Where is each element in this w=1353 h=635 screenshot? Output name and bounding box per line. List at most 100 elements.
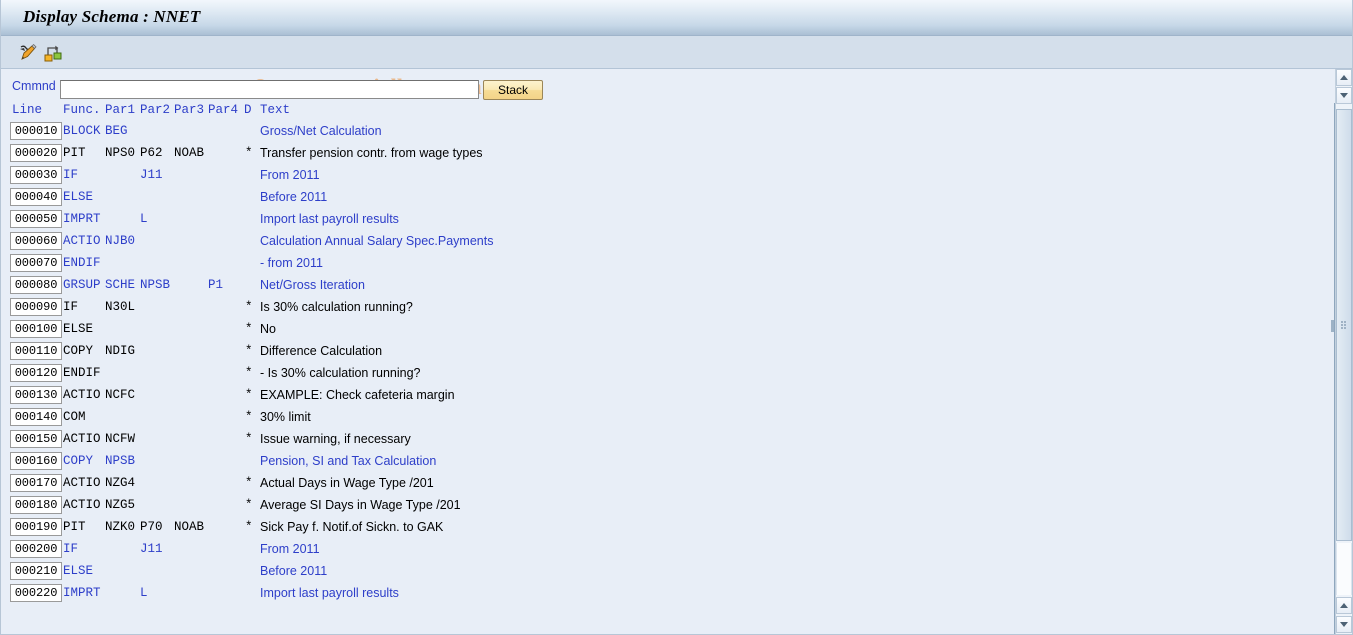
- cell-par1[interactable]: N30L: [105, 299, 135, 315]
- cell-par2[interactable]: J11: [140, 167, 163, 183]
- cell-par2[interactable]: P70: [140, 519, 163, 535]
- cell-text[interactable]: Before 2011: [260, 563, 327, 579]
- cell-text[interactable]: From 2011: [260, 167, 320, 183]
- cell-d[interactable]: *: [245, 497, 253, 513]
- cell-par1[interactable]: NZK0: [105, 519, 135, 535]
- cell-d[interactable]: *: [245, 145, 253, 161]
- cell-d[interactable]: *: [245, 321, 253, 337]
- table-row[interactable]: 000020 PIT NPS0 P62 NOAB * Transfer pension co…: [1, 144, 1321, 166]
- cell-func[interactable]: ELSE: [63, 321, 93, 337]
- line-number-field[interactable]: 000200: [10, 540, 62, 558]
- cell-par1[interactable]: BEG: [105, 123, 128, 139]
- table-row[interactable]: 000200 IF J11 From 2011: [1, 540, 1321, 562]
- cell-par1[interactable]: NCFC: [105, 387, 135, 403]
- cell-par1[interactable]: NZG4: [105, 475, 135, 491]
- cell-func[interactable]: ENDIF: [63, 365, 101, 381]
- line-number-field[interactable]: 000100: [10, 320, 62, 338]
- cell-text[interactable]: Actual Days in Wage Type /201: [260, 475, 434, 491]
- cell-func[interactable]: COPY: [63, 453, 93, 469]
- cell-func[interactable]: COM: [63, 409, 86, 425]
- cell-par1[interactable]: NZG5: [105, 497, 135, 513]
- table-row[interactable]: 000110 COPY NDIG * Difference Calculation: [1, 342, 1321, 364]
- cell-func[interactable]: IF: [63, 541, 78, 557]
- cell-func[interactable]: IMPRT: [63, 585, 101, 601]
- cell-d[interactable]: *: [245, 365, 253, 381]
- cell-d[interactable]: *: [245, 519, 253, 535]
- cell-func[interactable]: ACTIO: [63, 233, 101, 249]
- cell-text[interactable]: Import last payroll results: [260, 585, 399, 601]
- line-number-field[interactable]: 000020: [10, 144, 62, 162]
- cell-par2[interactable]: J11: [140, 541, 163, 557]
- line-number-field[interactable]: 000180: [10, 496, 62, 514]
- line-number-field[interactable]: 000110: [10, 342, 62, 360]
- cell-par1[interactable]: NCFW: [105, 431, 135, 447]
- stack-button[interactable]: Stack: [483, 80, 543, 100]
- table-row[interactable]: 000150 ACTIO NCFW * Issue warning, if necess…: [1, 430, 1321, 452]
- cell-func[interactable]: ELSE: [63, 189, 93, 205]
- line-number-field[interactable]: 000220: [10, 584, 62, 602]
- cell-func[interactable]: BLOCK: [63, 123, 101, 139]
- line-number-field[interactable]: 000170: [10, 474, 62, 492]
- scroll-page-up-button[interactable]: [1336, 597, 1352, 614]
- scroll-page-down-button[interactable]: [1336, 616, 1352, 633]
- table-row[interactable]: 000100 ELSE * No: [1, 320, 1321, 342]
- cell-text[interactable]: Difference Calculation: [260, 343, 382, 359]
- cell-par2[interactable]: P62: [140, 145, 163, 161]
- vertical-scrollbar[interactable]: [1335, 69, 1352, 634]
- line-number-field[interactable]: 000090: [10, 298, 62, 316]
- line-number-field[interactable]: 000150: [10, 430, 62, 448]
- cell-par2[interactable]: L: [140, 585, 148, 601]
- cell-d[interactable]: *: [245, 343, 253, 359]
- line-number-field[interactable]: 000190: [10, 518, 62, 536]
- table-row[interactable]: 000090 IF N30L * Is 30% calculation running?: [1, 298, 1321, 320]
- table-row[interactable]: 000190 PIT NZK0 P70 NOAB * Sick Pay f. Notif.o…: [1, 518, 1321, 540]
- table-row[interactable]: 000140 COM * 30% limit: [1, 408, 1321, 430]
- cell-text[interactable]: From 2011: [260, 541, 320, 557]
- cell-par2[interactable]: L: [140, 211, 148, 227]
- line-number-field[interactable]: 000040: [10, 188, 62, 206]
- line-number-field[interactable]: 000210: [10, 562, 62, 580]
- cell-text[interactable]: - from 2011: [260, 255, 323, 271]
- table-row[interactable]: 000050 IMPRT L Import last payroll results: [1, 210, 1321, 232]
- cell-par1[interactable]: NPSB: [105, 453, 135, 469]
- table-row[interactable]: 000010 BLOCK BEG Gross/Net Calculation: [1, 122, 1321, 144]
- cell-func[interactable]: COPY: [63, 343, 93, 359]
- table-row[interactable]: 000180 ACTIO NZG5 * Average SI Days in Wage …: [1, 496, 1321, 518]
- cell-func[interactable]: ELSE: [63, 563, 93, 579]
- line-number-field[interactable]: 000120: [10, 364, 62, 382]
- cell-text[interactable]: No: [260, 321, 276, 337]
- cell-text[interactable]: Is 30% calculation running?: [260, 299, 413, 315]
- cell-text[interactable]: Before 2011: [260, 189, 327, 205]
- cell-d[interactable]: *: [245, 299, 253, 315]
- cell-d[interactable]: *: [245, 387, 253, 403]
- cell-func[interactable]: ACTIO: [63, 431, 101, 447]
- cell-par4[interactable]: P1: [208, 277, 223, 293]
- table-row[interactable]: 000080 GRSUP SCHE NPSB P1 Net/Gross Iteration: [1, 276, 1321, 298]
- cell-text[interactable]: Transfer pension contr. from wage types: [260, 145, 483, 161]
- cell-d[interactable]: *: [245, 431, 253, 447]
- cell-func[interactable]: IF: [63, 167, 78, 183]
- table-row[interactable]: 000040 ELSE Before 2011: [1, 188, 1321, 210]
- cell-text[interactable]: 30% limit: [260, 409, 311, 425]
- cell-text[interactable]: Calculation Annual Salary Spec.Payments: [260, 233, 493, 249]
- cell-par1[interactable]: NPS0: [105, 145, 135, 161]
- cell-text[interactable]: Pension, SI and Tax Calculation: [260, 453, 436, 469]
- scroll-down-button[interactable]: [1336, 87, 1352, 104]
- cell-func[interactable]: ACTIO: [63, 387, 101, 403]
- cell-text[interactable]: Gross/Net Calculation: [260, 123, 382, 139]
- schema-structure-icon[interactable]: [42, 42, 64, 64]
- scrollbar-thumb[interactable]: [1336, 109, 1352, 541]
- cell-func[interactable]: PIT: [63, 519, 86, 535]
- table-row[interactable]: 000160 COPY NPSB Pension, SI and Tax Calcul…: [1, 452, 1321, 474]
- cell-func[interactable]: ENDIF: [63, 255, 101, 271]
- table-row[interactable]: 000070 ENDIF - from 2011: [1, 254, 1321, 276]
- cell-par1[interactable]: NJB0: [105, 233, 135, 249]
- scroll-up-button[interactable]: [1336, 69, 1352, 86]
- display-change-icon[interactable]: [17, 42, 39, 64]
- cell-text[interactable]: Net/Gross Iteration: [260, 277, 365, 293]
- table-row[interactable]: 000220 IMPRT L Import last payroll results: [1, 584, 1321, 606]
- table-row[interactable]: 000030 IF J11 From 2011: [1, 166, 1321, 188]
- command-input[interactable]: [60, 80, 479, 99]
- cell-par3[interactable]: NOAB: [174, 519, 204, 535]
- line-number-field[interactable]: 000050: [10, 210, 62, 228]
